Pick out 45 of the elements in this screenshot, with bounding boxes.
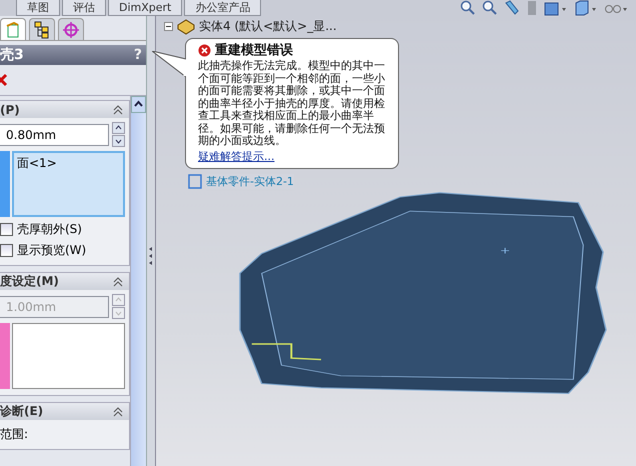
properties-icon [6,22,20,38]
panel-tab[interactable] [29,18,55,40]
toolbar-tab[interactable]: 草图 [16,0,60,16]
list-item[interactable]: 面<1> [14,153,123,174]
selection-indicator [0,323,10,389]
zoom-icon[interactable] [482,0,498,16]
group-title: 度设定(M) [0,273,59,290]
collapse-icon[interactable] [113,406,123,416]
checkbox-label[interactable]: 壳厚朝外(S) [17,221,82,238]
toolbar-tab[interactable]: DimXpert [108,0,182,16]
collapse-handle-icon[interactable] [147,244,154,268]
checkbox[interactable] [0,223,13,236]
collapse-icon[interactable] [113,276,123,286]
selection-indicator [0,151,10,217]
part-icon [177,18,195,34]
collapse-icon[interactable] [164,22,173,31]
scrollbar[interactable] [130,96,146,466]
cancel-icon[interactable] [0,73,8,87]
spin-buttons[interactable] [112,122,125,147]
thickness-field[interactable]: 0.80mm [0,124,109,146]
component-icon [188,173,202,189]
tree-item[interactable]: 实体4 (默认<默认>_显... [199,18,337,35]
cube-icon[interactable] [574,0,598,16]
troubleshoot-link[interactable]: 疑难解答提示... [198,150,274,162]
spin-down-icon[interactable] [112,135,125,147]
checkbox-label[interactable]: 显示预览(W) [17,242,86,259]
group-title: (P) [0,102,20,116]
toolbar-tab[interactable]: 办公室产品 [184,0,262,16]
collapse-icon[interactable] [113,104,123,114]
range-label: 范围: [0,426,30,443]
error-icon [198,44,211,56]
checkbox[interactable] [0,244,13,257]
tree-icon [34,20,50,38]
toolbar-tab[interactable]: 评估 [62,0,106,16]
faces-list[interactable] [12,323,125,389]
scroll-up-button[interactable] [131,96,146,113]
view-orientation-icon[interactable] [544,0,568,16]
spin-up-icon[interactable] [112,122,125,134]
crosshair-icon [62,20,80,38]
faces-list[interactable]: 面<1> [12,151,125,217]
error-message: 此抽壳操作无法完成。模型中的其中一个面可能等距到一个相邻的面，一些小的面可能需要将其删除，或其中一个面的曲率半径小于抽壳的厚度。请使用检查工具来查找相应面上的最小曲率半径。如果可能，请删除任何一个无法预期的小面或边线。 [198,60,386,148]
feature-title: 壳3 [0,46,24,64]
zoom-icon[interactable] [460,0,476,16]
error-title: 重建模型错误 [215,42,293,59]
group-title: 诊断(E) [0,403,44,420]
